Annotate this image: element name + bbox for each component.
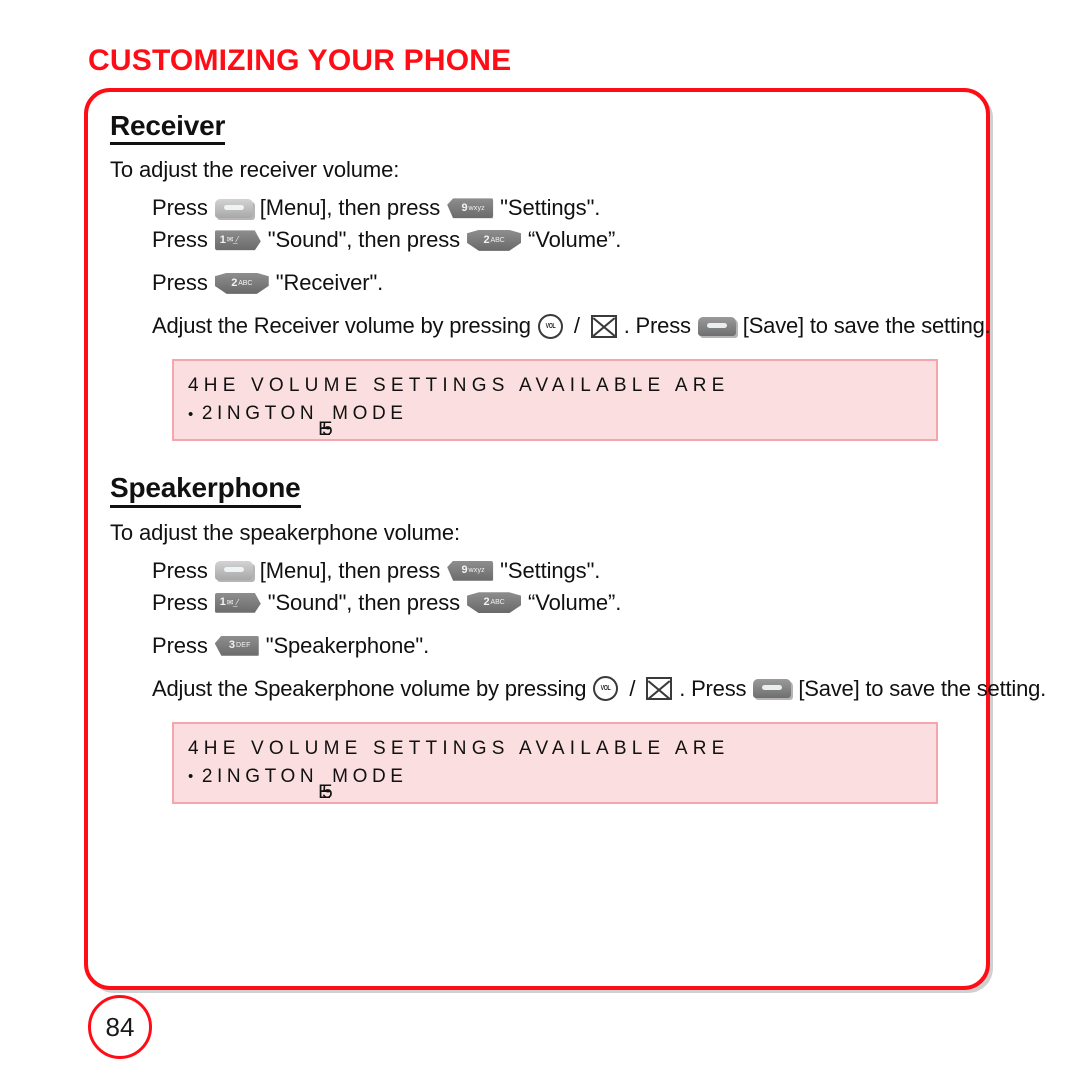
step-text: Adjust the Receiver volume by pressing bbox=[152, 313, 531, 339]
step-text: . Press bbox=[679, 675, 747, 701]
note-text-b: MODE bbox=[332, 765, 408, 787]
step-text: "Settings". bbox=[500, 557, 601, 583]
key-2-number: 2 bbox=[483, 596, 490, 609]
note-glyph: 5 bbox=[322, 419, 333, 441]
step-text: Press bbox=[152, 270, 208, 296]
key-2-letters: ABC bbox=[238, 279, 253, 287]
key-1-number: 1 bbox=[219, 596, 226, 609]
speakerphone-steps: Press [Menu], then press 9 wxyz "Settings… bbox=[110, 557, 960, 658]
step-text: "Receiver". bbox=[275, 270, 384, 296]
step-text: Adjust the Speakerphone volume by pressi… bbox=[152, 675, 587, 701]
note-line-1: 4HE VOLUME SETTINGS AVAILABLE ARE bbox=[188, 737, 730, 759]
key-2-abc-icon[interactable]: 2 ABC bbox=[214, 272, 269, 294]
speakerphone-intro-text: To adjust the speakerphone volume: bbox=[110, 519, 461, 545]
key-2-number: 2 bbox=[483, 233, 490, 246]
step-text: Press bbox=[152, 557, 208, 583]
key-separator: / bbox=[573, 313, 580, 339]
key-9-number: 9 bbox=[461, 201, 468, 214]
key-9-wxyz-icon[interactable]: 9 wxyz bbox=[447, 198, 494, 219]
key-3-number: 3 bbox=[228, 639, 235, 652]
softkey-save-icon[interactable] bbox=[753, 679, 792, 699]
note-bullet: • bbox=[188, 768, 198, 786]
volume-up-glyph: VOL bbox=[545, 322, 556, 330]
volume-down-icon[interactable] bbox=[590, 314, 617, 338]
note-text-a: 2INGTON bbox=[201, 765, 319, 787]
step-text: . Press bbox=[623, 313, 691, 339]
content-body: Receiver To adjust the receiver volume: … bbox=[88, 92, 1046, 986]
manual-page: CUSTOMIZING YOUR PHONE Receiver To adjus… bbox=[0, 0, 1080, 1080]
note-line-2: • 2INGTON E ~5 MODE bbox=[188, 765, 920, 803]
key-9-number: 9 bbox=[461, 564, 468, 577]
step-line: Press 3 DEF "Speakerphone". bbox=[152, 632, 960, 658]
step-text: "Sound", then press bbox=[267, 227, 461, 253]
key-2-number: 2 bbox=[231, 276, 238, 289]
step-text: "Speakerphone". bbox=[265, 632, 430, 658]
step-text: [Save] to save the setting. bbox=[798, 675, 1047, 701]
note-line-2: • 2INGTON E ~5 MODE bbox=[188, 403, 920, 440]
softkey-menu-icon[interactable] bbox=[214, 198, 253, 218]
key-3-letters: DEF bbox=[235, 642, 251, 650]
section-receiver: Receiver To adjust the receiver volume: … bbox=[110, 110, 991, 442]
volume-down-icon[interactable] bbox=[646, 677, 673, 701]
key-1-icon[interactable]: 1 ✉_⁄ bbox=[214, 592, 261, 613]
key-3-def-icon[interactable]: 3 DEF bbox=[214, 635, 259, 656]
key-1-symbols: ✉_⁄ bbox=[226, 597, 239, 607]
step-text: [Save] to save the setting. bbox=[742, 313, 991, 339]
section-heading-speakerphone: Speakerphone bbox=[110, 472, 301, 508]
step-text: “Volume”. bbox=[528, 589, 622, 615]
step-text: Press bbox=[152, 589, 208, 615]
receiver-steps: Press [Menu], then press 9 wxyz "Settings… bbox=[110, 197, 960, 294]
speakerphone-note-box: 4HE VOLUME SETTINGS AVAILABLE ARE • 2INGT… bbox=[172, 721, 938, 804]
step-line: Press 2 ABC "Receiver". bbox=[152, 272, 960, 294]
receiver-note-box: 4HE VOLUME SETTINGS AVAILABLE ARE • 2INGT… bbox=[172, 359, 938, 442]
softkey-menu-icon[interactable] bbox=[214, 561, 253, 581]
volume-up-icon[interactable]: VOL bbox=[593, 676, 619, 702]
step-text: "Settings". bbox=[500, 195, 601, 221]
step-line: Press [Menu], then press 9 wxyz "Settings… bbox=[152, 557, 960, 583]
key-1-symbols: ✉_⁄ bbox=[226, 235, 239, 245]
key-9-letters: wxyz bbox=[468, 567, 485, 575]
step-text: Press bbox=[152, 227, 208, 253]
note-line-1: 4HE VOLUME SETTINGS AVAILABLE ARE bbox=[188, 375, 730, 397]
speakerphone-adjust-line: Adjust the Speakerphone volume by pressi… bbox=[110, 675, 1046, 702]
step-text: “Volume”. bbox=[528, 227, 622, 253]
note-text-b: MODE bbox=[332, 403, 408, 425]
volume-up-glyph: VOL bbox=[600, 685, 611, 693]
page-title: CUSTOMIZING YOUR PHONE bbox=[88, 44, 512, 77]
step-line: Press 1 ✉_⁄ "Sound", then press 2 ABC “Vol… bbox=[152, 589, 960, 615]
key-1-icon[interactable]: 1 ✉_⁄ bbox=[214, 230, 261, 251]
key-9-letters: wxyz bbox=[468, 204, 485, 212]
step-text: [Menu], then press bbox=[259, 557, 441, 583]
softkey-save-icon[interactable] bbox=[697, 316, 736, 336]
receiver-adjust-line: Adjust the Receiver volume by pressing V… bbox=[110, 313, 991, 339]
step-text: "Sound", then press bbox=[267, 589, 461, 615]
key-2-abc-icon[interactable]: 2 ABC bbox=[467, 229, 522, 251]
content-frame: Receiver To adjust the receiver volume: … bbox=[84, 88, 1046, 990]
key-2-letters: ABC bbox=[490, 236, 505, 244]
receiver-intro-text: To adjust the receiver volume: bbox=[110, 157, 400, 183]
note-glyph: 5 bbox=[322, 781, 333, 803]
note-text-a: 2INGTON bbox=[201, 403, 319, 425]
key-1-number: 1 bbox=[219, 233, 226, 246]
key-2-abc-icon[interactable]: 2 ABC bbox=[467, 592, 522, 614]
note-bullet: • bbox=[188, 405, 198, 423]
key-9-wxyz-icon[interactable]: 9 wxyz bbox=[447, 560, 494, 581]
section-speakerphone: Speakerphone To adjust the speakerphone … bbox=[110, 472, 1046, 804]
step-text: Press bbox=[152, 195, 208, 221]
step-text: Press bbox=[152, 632, 208, 658]
step-line: Press [Menu], then press 9 wxyz "Settings… bbox=[152, 197, 960, 219]
volume-up-icon[interactable]: VOL bbox=[537, 313, 563, 339]
key-separator: / bbox=[629, 675, 636, 701]
step-text: [Menu], then press bbox=[259, 195, 441, 221]
section-heading-receiver: Receiver bbox=[110, 110, 225, 146]
key-2-letters: ABC bbox=[490, 599, 505, 607]
step-line: Press 1 ✉_⁄ "Sound", then press 2 ABC “Vol… bbox=[152, 229, 960, 251]
page-number-badge: 84 bbox=[88, 995, 152, 1059]
